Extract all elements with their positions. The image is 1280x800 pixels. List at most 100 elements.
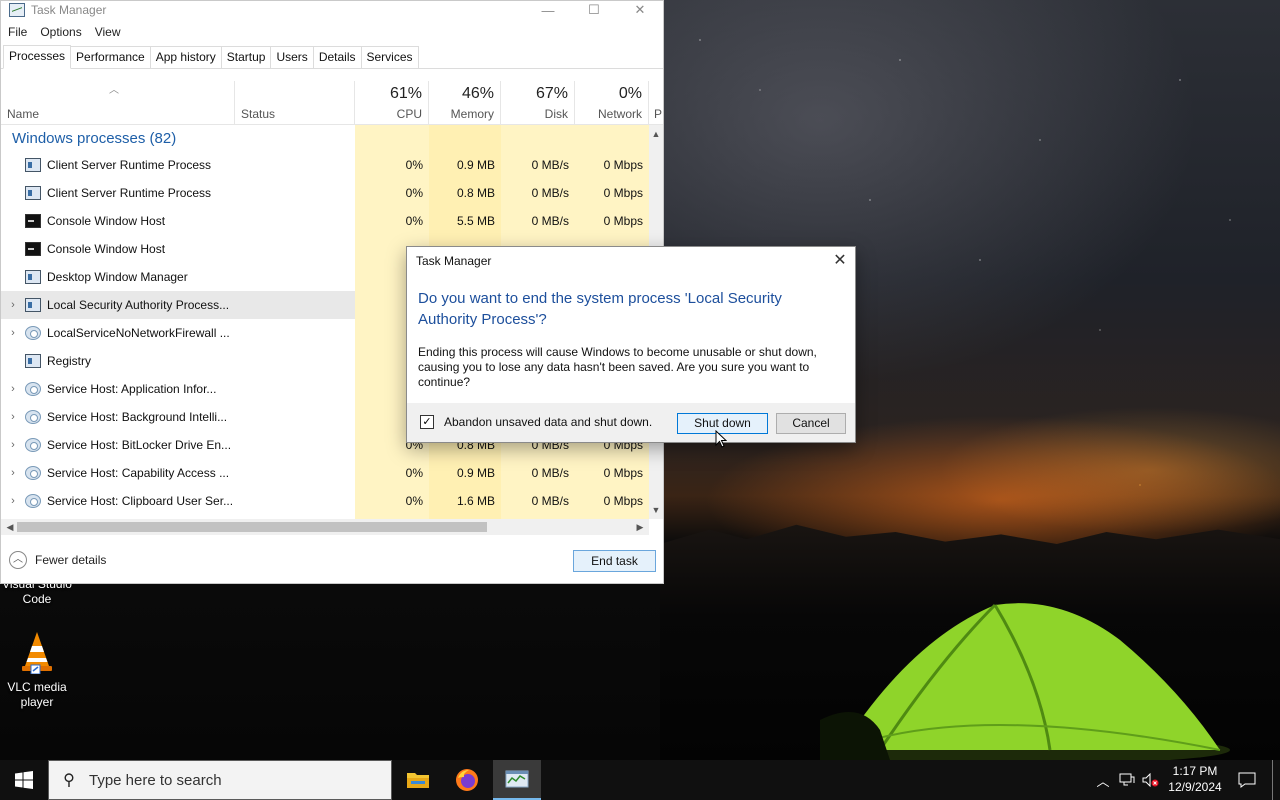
tab-services[interactable]: Services: [360, 46, 419, 68]
minimize-button[interactable]: —: [525, 1, 571, 19]
expand-chevron-icon[interactable]: ›: [1, 299, 25, 311]
dialog-body: Ending this process will cause Windows t…: [418, 345, 817, 389]
process-name-cell[interactable]: › Local Security Authority Process...: [1, 291, 355, 319]
menu-view[interactable]: View: [95, 25, 121, 39]
clock-time: 1:17 PM: [1172, 764, 1218, 778]
cell-disk: 0 MB/s: [531, 494, 569, 508]
process-name-cell[interactable]: Desktop Window Manager: [1, 263, 355, 291]
process-name: LocalServiceNoNetworkFirewall ...: [47, 326, 230, 340]
tab-startup[interactable]: Startup: [220, 46, 272, 68]
process-app-icon: [25, 354, 41, 368]
process-name-cell[interactable]: Console Window Host: [1, 235, 355, 263]
network-icon[interactable]: [1116, 760, 1138, 800]
process-name-cell[interactable]: › Service Host: Capability Access ...: [1, 459, 355, 487]
expand-chevron-icon[interactable]: ›: [1, 411, 25, 423]
process-name-cell[interactable]: Registry: [1, 347, 355, 375]
process-name-cell[interactable]: › LocalServiceNoNetworkFirewall ...: [1, 319, 355, 347]
process-name: Console Window Host: [47, 242, 166, 256]
cancel-button[interactable]: Cancel: [776, 413, 846, 434]
table-row[interactable]: › Service Host: Clipboard User Ser... 0% 1.…: [1, 487, 649, 515]
process-name: Service Host: Clipboard User Ser...: [47, 494, 234, 508]
process-name-cell[interactable]: › Service Host: Clipboard User Ser...: [1, 487, 355, 515]
action-center-icon[interactable]: [1232, 760, 1262, 800]
expand-chevron-icon[interactable]: ›: [1, 439, 25, 451]
process-name: Local Security Authority Process...: [47, 298, 230, 312]
fewer-details-button[interactable]: ︿ Fewer details: [9, 551, 106, 569]
col-header-disk[interactable]: 67% Disk: [501, 81, 575, 125]
abandon-data-checkbox[interactable]: ✓: [420, 415, 434, 429]
menu-file[interactable]: File: [8, 25, 27, 39]
abandon-data-label[interactable]: Abandon unsaved data and shut down.: [444, 415, 652, 429]
footer-bar: ︿ Fewer details End task: [1, 535, 663, 583]
col-header-cpu[interactable]: 61% CPU: [355, 81, 429, 125]
mouse-cursor-icon: [715, 430, 727, 448]
col-header-name[interactable]: Name: [1, 81, 235, 125]
scroll-up-icon[interactable]: ▲: [649, 127, 663, 141]
col-header-network[interactable]: 0% Network: [575, 81, 649, 125]
tray-chevron-up-icon[interactable]: ︿: [1094, 760, 1112, 800]
expand-chevron-icon[interactable]: ›: [1, 467, 25, 479]
cell-cpu: 0%: [405, 494, 423, 508]
task-manager-taskbar-icon: [505, 770, 529, 788]
table-row[interactable]: › Service Host: Capability Access ... 0% 0.…: [1, 459, 649, 487]
column-headers: ︿ Name Status 61% CPU 46% Memory 67% Dis…: [1, 81, 663, 125]
scroll-left-icon[interactable]: ◀: [3, 519, 17, 535]
tab-app-history[interactable]: App history: [149, 46, 222, 68]
process-name: Console Window Host: [47, 214, 166, 228]
fewer-details-label: Fewer details: [35, 553, 107, 567]
scroll-down-icon[interactable]: ▼: [649, 503, 663, 517]
dialog-title: Task Manager: [416, 254, 492, 268]
title-bar[interactable]: Task Manager — ☐ ✕: [1, 1, 663, 19]
taskbar-search-box[interactable]: ⚲ Type here to search: [48, 760, 392, 800]
tab-performance[interactable]: Performance: [70, 46, 151, 68]
process-name-cell[interactable]: Console Window Host: [1, 207, 355, 235]
taskbar-file-explorer[interactable]: [394, 760, 442, 800]
start-button[interactable]: [0, 760, 48, 800]
group-header-windows-processes[interactable]: Windows processes (82): [1, 125, 649, 151]
window-title: Task Manager: [31, 3, 107, 17]
desktop-icon-vlc[interactable]: VLC media player: [0, 630, 74, 710]
file-explorer-icon: [407, 773, 429, 788]
col-header-memory[interactable]: 46% Memory: [429, 81, 501, 125]
taskbar-firefox[interactable]: [443, 760, 491, 800]
taskbar: ⚲ Type here to search ︿ 1:17 PM 12/9/202…: [0, 760, 1280, 800]
volume-muted-icon[interactable]: [1140, 760, 1162, 800]
cell-disk: 0 MB/s: [531, 214, 569, 228]
end-task-button[interactable]: End task: [573, 550, 656, 572]
table-row[interactable]: Client Server Runtime Process 0% 0.9 MB 0 M…: [1, 151, 649, 179]
menu-bar: File Options View: [1, 19, 663, 45]
tab-processes[interactable]: Processes: [3, 45, 72, 69]
dialog-close-icon[interactable]: ✕: [825, 247, 855, 275]
expand-chevron-icon[interactable]: ›: [1, 495, 25, 507]
close-button[interactable]: ✕: [617, 1, 663, 19]
col-header-status[interactable]: Status: [235, 81, 355, 125]
tab-strip: Processes Performance App history Startu…: [1, 45, 663, 69]
menu-options[interactable]: Options: [40, 25, 81, 39]
horizontal-scroll-thumb[interactable]: [17, 522, 487, 532]
process-name-cell[interactable]: › Service Host: Application Infor...: [1, 375, 355, 403]
tab-details[interactable]: Details: [312, 46, 362, 68]
col-network-label: Network: [597, 107, 642, 121]
process-name-cell[interactable]: Client Server Runtime Process: [1, 151, 355, 179]
tab-users[interactable]: Users: [270, 46, 314, 68]
table-row[interactable]: Client Server Runtime Process 0% 0.8 MB 0 M…: [1, 179, 649, 207]
dialog-heading: Do you want to end the system process 'L…: [418, 290, 782, 328]
process-app-icon: [25, 298, 41, 312]
cpu-percent: 61%: [389, 85, 422, 102]
console-icon: [25, 242, 41, 256]
show-desktop-button[interactable]: [1272, 760, 1278, 800]
cell-network: 0 Mbps: [603, 186, 643, 200]
maximize-button[interactable]: ☐: [571, 1, 617, 19]
process-name-cell[interactable]: › Service Host: Background Intelli...: [1, 403, 355, 431]
expand-chevron-icon[interactable]: ›: [1, 383, 25, 395]
horizontal-scrollbar[interactable]: ◀ ▶: [1, 519, 649, 535]
table-row[interactable]: Console Window Host 0% 5.5 MB 0 MB/s 0 Mbps: [1, 207, 649, 235]
taskbar-clock[interactable]: 1:17 PM 12/9/2024: [1160, 763, 1230, 795]
col-header-power[interactable]: P: [649, 81, 663, 125]
scroll-right-icon[interactable]: ▶: [633, 519, 647, 535]
process-name-cell[interactable]: › Service Host: BitLocker Drive En...: [1, 431, 355, 459]
expand-chevron-icon[interactable]: ›: [1, 327, 25, 339]
process-name: Service Host: Capability Access ...: [47, 466, 230, 480]
process-name-cell[interactable]: Client Server Runtime Process: [1, 179, 355, 207]
taskbar-task-manager[interactable]: [493, 760, 541, 800]
